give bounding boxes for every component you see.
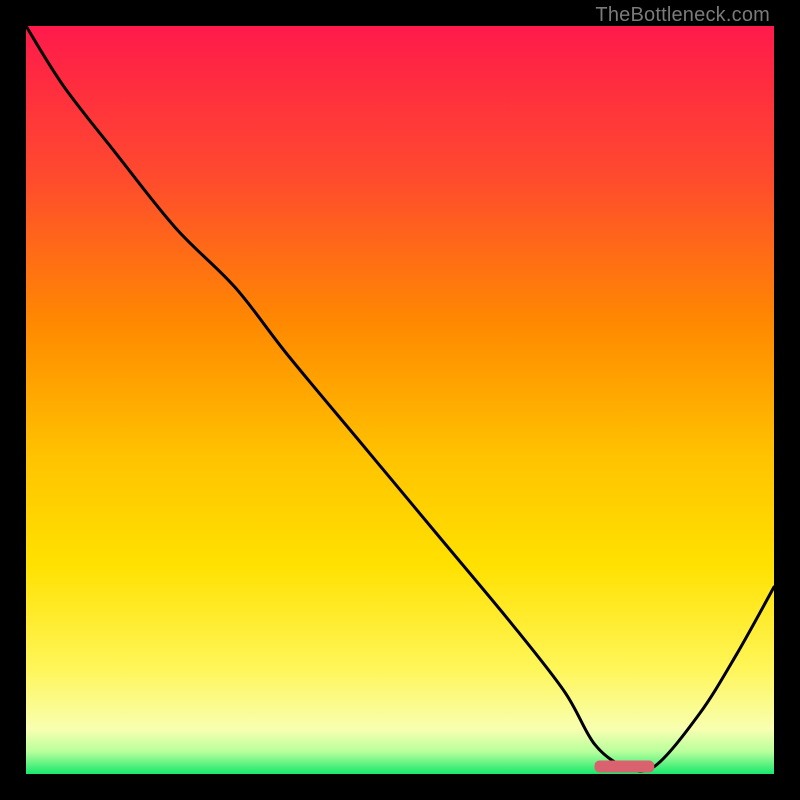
- bottleneck-chart: [26, 26, 774, 774]
- plot-area: [26, 26, 774, 774]
- watermark-text: TheBottleneck.com: [595, 4, 770, 27]
- gradient-background: [26, 26, 774, 774]
- optimal-marker: [594, 761, 654, 773]
- chart-frame: TheBottleneck.com: [0, 0, 800, 800]
